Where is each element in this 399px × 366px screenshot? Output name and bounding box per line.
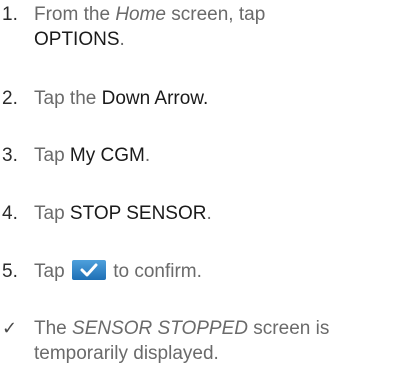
step-number: 2. bbox=[2, 88, 18, 109]
step-number: 4. bbox=[2, 203, 18, 224]
step-text: Tap STOP SENSOR. bbox=[34, 203, 212, 224]
step-text: Tap the Down Arrow. bbox=[34, 88, 209, 109]
confirm-check-icon bbox=[71, 260, 106, 280]
step-text: From the Home screen, tap OPTIONS. bbox=[34, 4, 266, 50]
down-arrow-label: Down Arrow. bbox=[101, 88, 209, 109]
step-text: Tap My CGM. bbox=[34, 145, 151, 166]
checkmark-icon: ✓ bbox=[2, 318, 18, 338]
screen-name: Home bbox=[115, 4, 166, 25]
step-number: 1. bbox=[2, 4, 18, 25]
result-text: The SENSOR STOPPED screen is temporarily… bbox=[34, 318, 330, 364]
options-label: OPTIONS bbox=[34, 29, 120, 50]
step-text: Tap to confirm. bbox=[34, 260, 202, 282]
step-number: 5. bbox=[2, 261, 18, 282]
my-cgm-label: My CGM bbox=[69, 145, 145, 166]
sensor-stopped-screen-name: SENSOR STOPPED bbox=[72, 318, 249, 339]
step-number: 3. bbox=[2, 145, 18, 166]
stop-sensor-label: STOP SENSOR bbox=[69, 203, 207, 224]
